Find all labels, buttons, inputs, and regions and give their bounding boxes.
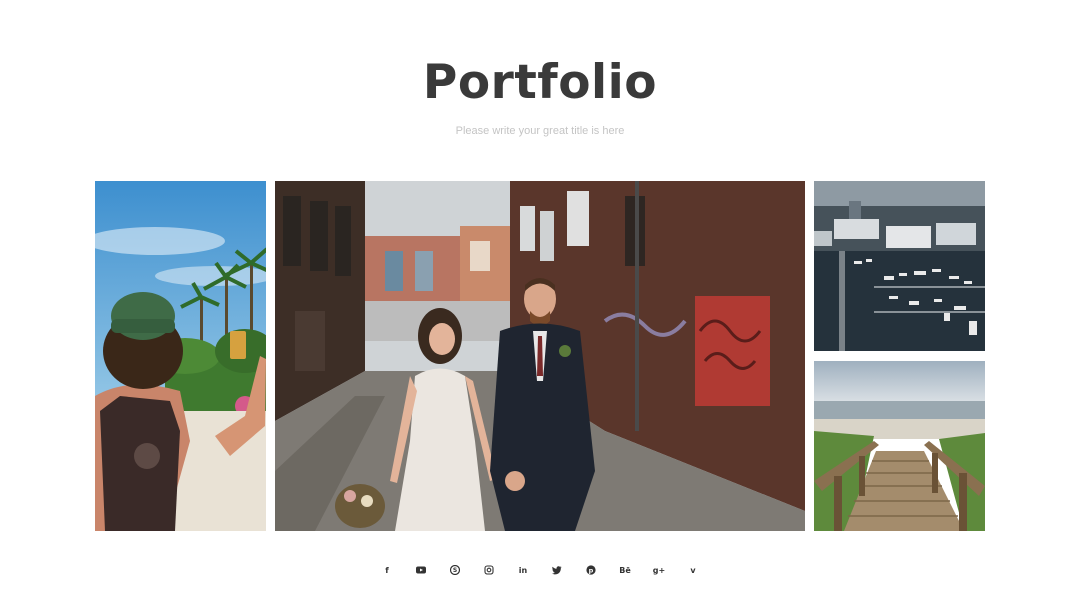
beach-image xyxy=(814,361,985,531)
couple-image xyxy=(275,181,805,531)
linkedin-icon[interactable]: in xyxy=(514,561,532,579)
behance-icon[interactable]: Bē xyxy=(616,561,634,579)
traveler-photo[interactable] xyxy=(95,181,266,531)
svg-text:p: p xyxy=(589,566,594,574)
page-subtitle: Please write your great title is here xyxy=(455,125,625,137)
beach-photo[interactable] xyxy=(814,361,985,531)
youtube-icon[interactable] xyxy=(412,561,430,579)
skype-icon[interactable]: S xyxy=(446,561,464,579)
couple-photo[interactable] xyxy=(275,181,805,531)
google-plus-icon[interactable]: g+ xyxy=(650,561,668,579)
page-title: Portfolio xyxy=(422,55,658,110)
svg-text:S: S xyxy=(453,567,457,574)
pinterest-icon[interactable]: p xyxy=(582,561,600,579)
social-links: f S in p Bē g+ v xyxy=(378,561,702,579)
twitter-icon[interactable] xyxy=(548,561,566,579)
facebook-icon[interactable]: f xyxy=(378,561,396,579)
traveler-image xyxy=(95,181,266,531)
harbor-image xyxy=(814,181,985,351)
instagram-icon[interactable] xyxy=(480,561,498,579)
vimeo-icon[interactable]: v xyxy=(684,561,702,579)
harbor-photo[interactable] xyxy=(814,181,985,351)
